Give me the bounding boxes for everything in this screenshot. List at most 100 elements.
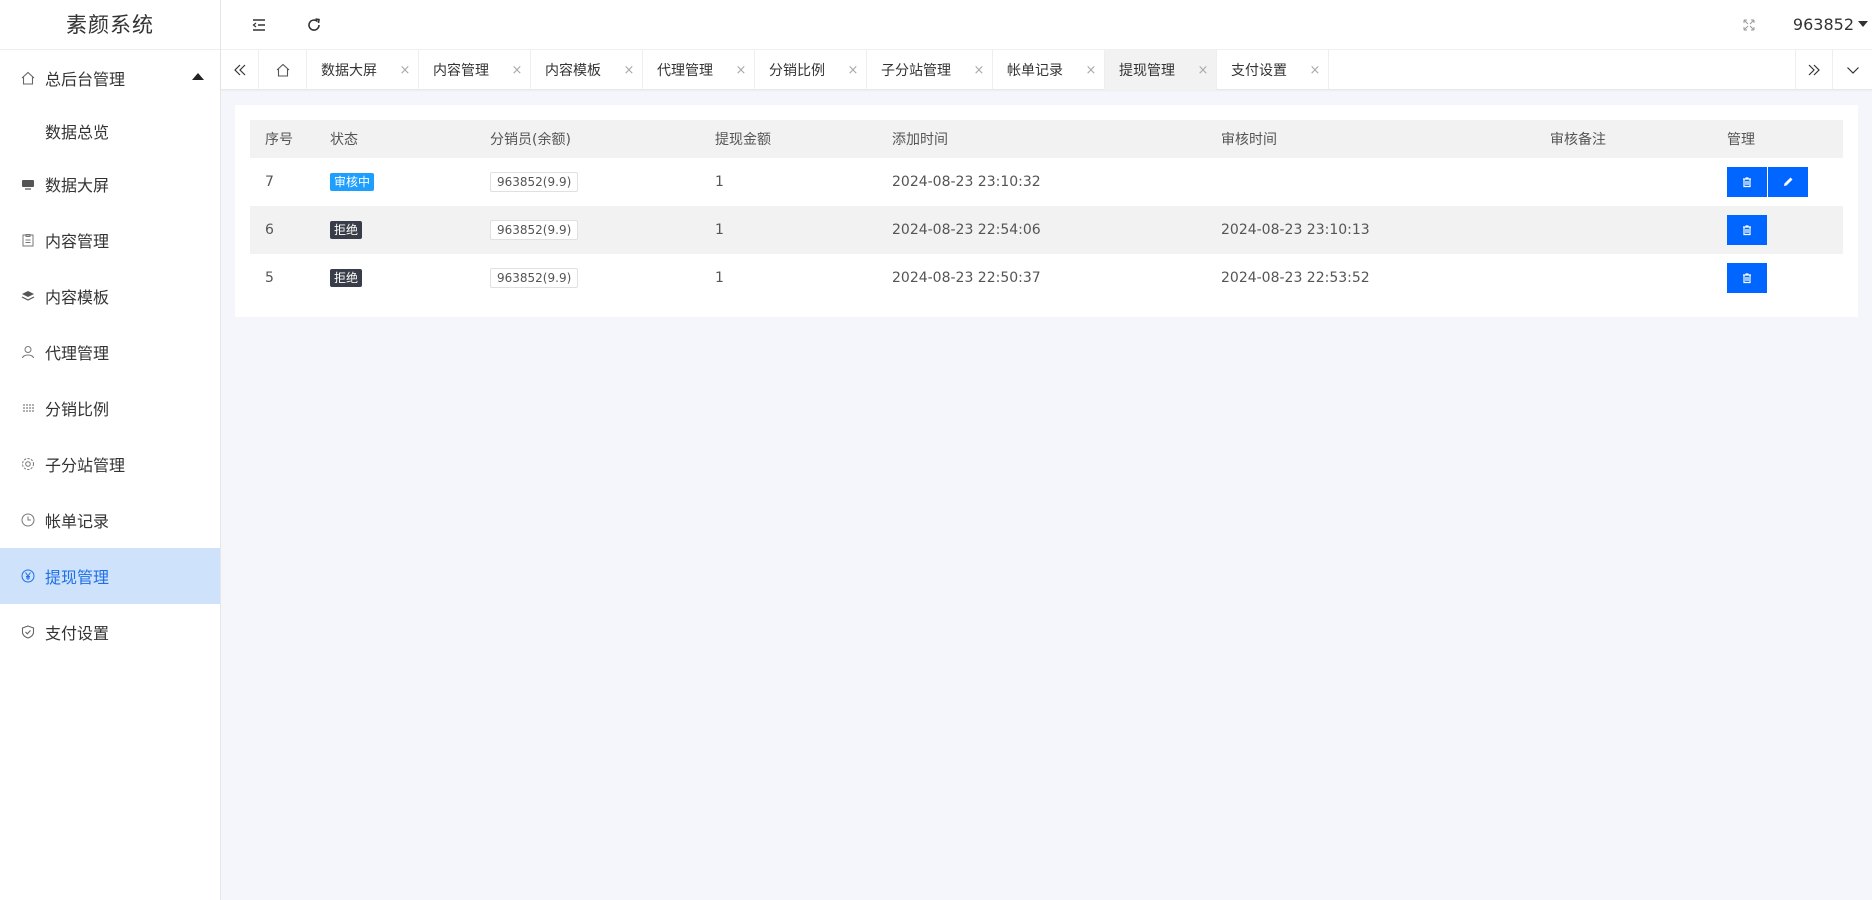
- cell-review-time: 2024-08-23 23:10:13: [1206, 206, 1535, 254]
- close-icon[interactable]: ×: [622, 63, 636, 78]
- tabs-bar: 数据大屏 × 内容管理 × 内容模板 × 代理管理 × 分销比例 × 子分站管理…: [221, 50, 1872, 90]
- cell-review-time: [1206, 158, 1535, 206]
- tab-label: 支付设置: [1231, 63, 1287, 79]
- cell-review-time: 2024-08-23 22:53:52: [1221, 270, 1370, 286]
- col-actions: 管理: [1712, 120, 1843, 158]
- cell-agent: 963852(9.9): [475, 206, 700, 254]
- home-icon: [20, 70, 36, 86]
- close-icon[interactable]: ×: [846, 63, 860, 78]
- cell-amount: 1: [715, 270, 724, 286]
- cell-review-note: [1535, 158, 1712, 206]
- cell-added-time: 2024-08-23 22:50:37: [892, 270, 1041, 286]
- tabs-scroll-left-icon[interactable]: [221, 50, 259, 90]
- sidebar-item-label: 内容管理: [45, 232, 110, 251]
- agent-tag: 963852(9.9): [490, 220, 579, 240]
- close-icon[interactable]: ×: [1084, 63, 1098, 78]
- delete-button[interactable]: [1727, 167, 1767, 197]
- tab-home[interactable]: [259, 50, 307, 90]
- close-icon[interactable]: ×: [1196, 63, 1210, 78]
- table-row: 5 拒绝 963852(9.9) 1 2024-08-23 22:50:37 2…: [250, 254, 1843, 302]
- tab-label: 子分站管理: [881, 63, 951, 79]
- cell-id: 7: [265, 174, 274, 190]
- delete-button[interactable]: [1727, 263, 1767, 293]
- cell-actions: [1712, 206, 1843, 254]
- status-badge: 拒绝: [330, 221, 363, 239]
- table-row: 6 拒绝 963852(9.9) 1 2024-08-23 22:54:06 2…: [250, 206, 1843, 254]
- app-title: 素颜系统: [0, 0, 220, 50]
- sidebar-item-label: 提现管理: [45, 568, 110, 587]
- sidebar-item-label: 帐单记录: [45, 512, 110, 531]
- sidebar-item-substations[interactable]: 子分站管理: [0, 436, 220, 492]
- sidebar-item-withdrawals[interactable]: 提现管理: [0, 548, 220, 604]
- cell-review-note: [1535, 254, 1712, 302]
- tab-substations[interactable]: 子分站管理 ×: [867, 50, 993, 90]
- col-status: 状态: [315, 120, 475, 158]
- sidebar-item-label: 分销比例: [45, 400, 110, 419]
- tab-commission[interactable]: 分销比例 ×: [755, 50, 867, 90]
- tabs-dropdown-icon[interactable]: [1834, 50, 1872, 90]
- agent-tag: 963852(9.9): [490, 268, 579, 288]
- sidebar-item-agents[interactable]: 代理管理: [0, 324, 220, 380]
- sidebar-item-label: 数据大屏: [45, 176, 110, 195]
- tab-withdrawals[interactable]: 提现管理 ×: [1105, 50, 1217, 90]
- tab-payment[interactable]: 支付设置 ×: [1217, 50, 1329, 90]
- cell-actions: [1712, 254, 1843, 302]
- sidebar-item-templates[interactable]: 内容模板: [0, 268, 220, 324]
- tab-dashboard[interactable]: 数据大屏 ×: [307, 50, 419, 90]
- trash-icon: [1743, 177, 1751, 188]
- tab-list: 数据大屏 × 内容管理 × 内容模板 × 代理管理 × 分销比例 × 子分站管理…: [259, 50, 1329, 90]
- cell-id: 5: [265, 270, 274, 286]
- sidebar-item-dashboard[interactable]: 数据大屏: [0, 156, 220, 212]
- delete-button[interactable]: [1727, 215, 1767, 245]
- sidebar-item-label: 子分站管理: [45, 456, 126, 475]
- tab-label: 内容管理: [433, 63, 489, 79]
- sidebar-group-admin[interactable]: 总后台管理: [0, 50, 220, 106]
- edit-button[interactable]: [1768, 167, 1808, 197]
- tab-agents[interactable]: 代理管理 ×: [643, 50, 755, 90]
- tab-bills[interactable]: 帐单记录 ×: [993, 50, 1105, 90]
- trash-icon: [1743, 273, 1751, 284]
- refresh-icon[interactable]: [302, 13, 326, 37]
- tabs-scroll-right-icon[interactable]: [1795, 50, 1833, 90]
- table-header-row: 序号 状态 分销员(余额) 提现金额 添加时间 审核时间 审核备注 管理: [250, 120, 1843, 158]
- gear-icon: [20, 456, 36, 472]
- close-icon[interactable]: ×: [734, 63, 748, 78]
- trash-icon: [1743, 225, 1751, 236]
- close-icon[interactable]: ×: [510, 63, 524, 78]
- cell-review-note: [1535, 206, 1712, 254]
- caret-down-icon: [1858, 21, 1868, 27]
- dashboard-icon: [20, 176, 36, 192]
- close-icon[interactable]: ×: [1308, 63, 1322, 78]
- sidebar-item-data-overview[interactable]: 数据总览: [0, 106, 220, 156]
- user-menu[interactable]: 963852: [1793, 0, 1868, 50]
- collapse-menu-icon[interactable]: [247, 13, 271, 37]
- sidebar-item-content[interactable]: 内容管理: [0, 212, 220, 268]
- user-icon: [20, 344, 36, 360]
- status-badge: 审核中: [330, 173, 375, 191]
- sidebar-item-bills[interactable]: 帐单记录: [0, 492, 220, 548]
- sidebar-item-label: 内容模板: [45, 288, 110, 307]
- cell-status: 拒绝: [315, 254, 475, 302]
- col-id: 序号: [250, 120, 315, 158]
- cell-status: 拒绝: [315, 206, 475, 254]
- col-agent: 分销员(余额): [475, 120, 700, 158]
- sidebar-item-commission[interactable]: 分销比例: [0, 380, 220, 436]
- sidebar-group-label: 总后台管理: [45, 70, 126, 89]
- col-review-note: 审核备注: [1535, 120, 1712, 158]
- close-icon[interactable]: ×: [972, 63, 986, 78]
- close-icon[interactable]: ×: [398, 63, 412, 78]
- username: 963852: [1792, 15, 1854, 34]
- grid-icon: [20, 400, 36, 416]
- cell-added-time: 2024-08-23 22:54:06: [877, 206, 1206, 254]
- col-added-time: 添加时间: [877, 120, 1206, 158]
- sidebar-menu: 总后台管理 数据总览 数据大屏 内容管理 内容模板 代理管理 分销比例 子分站管…: [0, 50, 220, 660]
- tab-label: 代理管理: [657, 63, 713, 79]
- sidebar-item-payment[interactable]: 支付设置: [0, 604, 220, 660]
- cell-agent: 963852(9.9): [475, 254, 700, 302]
- cell-amount: 1: [715, 174, 724, 190]
- fullscreen-icon[interactable]: [1737, 13, 1761, 37]
- tab-templates[interactable]: 内容模板 ×: [531, 50, 643, 90]
- sidebar: 素颜系统 总后台管理 数据总览 数据大屏 内容管理 内容模板 代理管理 分销比例…: [0, 0, 221, 900]
- tab-content[interactable]: 内容管理 ×: [419, 50, 531, 90]
- clock-icon: [20, 512, 36, 528]
